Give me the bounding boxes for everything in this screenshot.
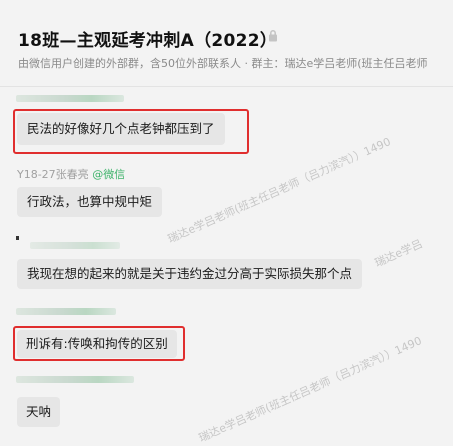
chat-header: 18班—主观延考冲刺A（2022） 由微信用户创建的外部群，含50位外部联系人 … (0, 0, 453, 87)
blurred-sender-name (16, 236, 19, 240)
message-text: 我现在想的起来的就是关于违约金过分高于实际损失那个点 (27, 266, 353, 281)
watermark: 瑞达e学吕老师(班主任吕老师（吕力滨汽））1490 (196, 334, 424, 445)
group-title: 18班—主观延考冲刺A（2022） (18, 31, 278, 51)
blurred-sender-name (16, 308, 116, 315)
blurred-sender-name (16, 376, 134, 383)
sender-label: Y18-27张春亮 (17, 168, 89, 181)
group-subtitle: 由微信用户创建的外部群，含50位外部联系人 · 群主：瑞达e学吕老师(班主任吕老… (18, 57, 428, 70)
wechat-source: @微信 (92, 168, 126, 181)
message-text: 行政法，也算中规中矩 (27, 194, 153, 209)
highlight-box (13, 109, 249, 154)
blurred-sender-name (16, 95, 124, 102)
blurred-sender-name (30, 242, 120, 249)
message-bubble[interactable]: 行政法，也算中规中矩 (17, 187, 163, 217)
watermark: 瑞达e学吕 (372, 237, 425, 270)
message-text: 天呐 (26, 404, 52, 419)
highlight-box (13, 326, 185, 361)
sender-name: Y18-27张春亮 @微信 (17, 166, 125, 182)
lock-icon (269, 30, 277, 42)
message-bubble[interactable]: 天呐 (17, 397, 61, 427)
message-bubble[interactable]: 我现在想的起来的就是关于违约金过分高于实际损失那个点 (17, 259, 363, 289)
